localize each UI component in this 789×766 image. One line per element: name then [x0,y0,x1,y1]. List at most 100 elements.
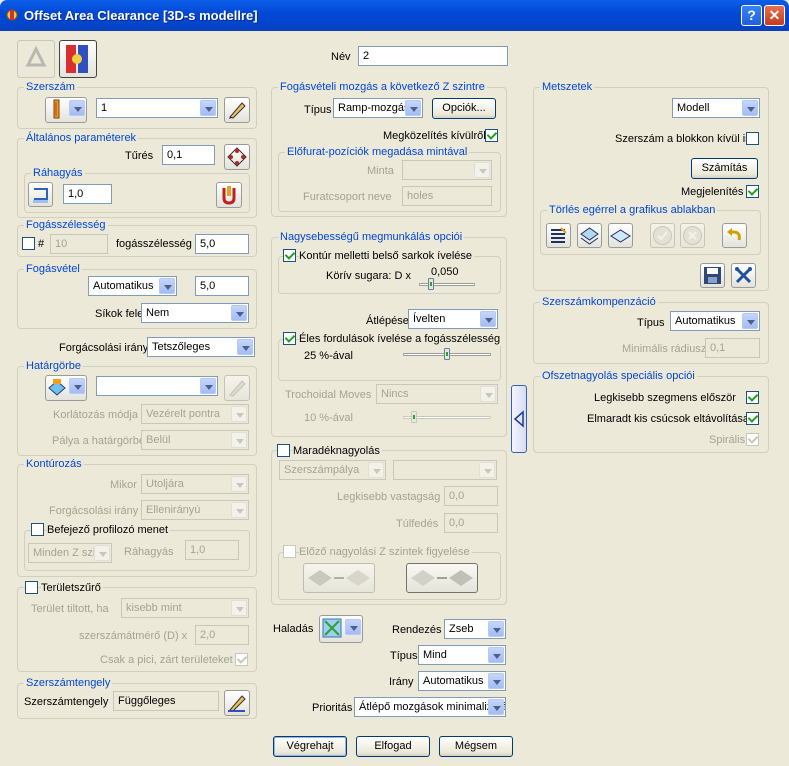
rahagyas-legend: Ráhagyás [31,167,85,179]
minrad-label: Minimális rádiusz [622,343,707,355]
select-sections-icon[interactable] [546,223,571,248]
collapse-panel-button[interactable] [511,385,527,453]
elmaradt-checkbox[interactable] [746,412,759,425]
tool-type-icon[interactable] [45,97,87,123]
save-icon[interactable] [700,263,725,288]
befejezo-checkbox[interactable] [31,523,44,536]
boundary-type-icon[interactable] [45,375,87,401]
hal-tipus-select[interactable]: Mind [418,645,506,665]
maradek-palya-select[interactable]: Szerszámpálya [279,460,386,480]
blokkon-checkbox[interactable] [746,132,759,145]
minrad-input[interactable]: 0,1 [705,338,760,358]
fogasvetel-legend: Fogásvétel [24,263,82,275]
haladas-icon[interactable] [319,615,363,643]
dialog-client: Név 2 Szerszám 1 Általános paraméterek T… [3,31,786,763]
recycle-icon[interactable] [17,40,55,78]
opciok-button[interactable]: Opciók... [432,98,496,119]
spiralis-checkbox[interactable] [746,433,759,446]
vegrehajt-button[interactable]: Végrehajt [273,736,347,757]
tolerance-icon[interactable] [224,144,250,170]
megjelenites-checkbox[interactable] [746,185,759,198]
tools-icon[interactable] [731,263,756,288]
troch-thumb[interactable] [411,411,418,423]
minta-select[interactable] [402,160,492,180]
mikor-select[interactable]: Utoljára [141,474,249,494]
maradek-second-select[interactable] [393,460,497,480]
modell-select[interactable]: Modell [672,98,760,118]
csak-checkbox[interactable] [235,653,248,666]
elmaradt-label: Elmaradt kis csúcsok eltávolítása [587,413,750,425]
csak-label: Csak a pici, zárt területeket [100,654,233,666]
elozo-checkbox[interactable] [283,545,296,558]
nev-input[interactable]: 2 [358,46,508,66]
prioritas-select[interactable]: Átlépő mozgások minimalizálása [354,697,506,717]
trochoidal-select[interactable]: Nincs [376,384,498,404]
close-button[interactable]: ✕ [764,5,785,26]
legkisebb-vastagsag-input[interactable]: 0,0 [444,486,498,506]
accept-icon[interactable] [650,223,675,248]
troch-pct: 10 %-ával [304,412,353,424]
kontur-ives-checkbox[interactable] [283,249,296,262]
komp-tipus-label: Típus [637,317,665,329]
stepover-count-input[interactable]: 10 [50,234,108,254]
elozo-mode-a-icon[interactable] [303,563,375,593]
tures-input[interactable]: 0,1 [162,145,215,165]
fogasszelesseg-input[interactable]: 5,0 [195,234,249,254]
edit-boundary-icon[interactable] [224,375,250,401]
rahagyas-input[interactable]: 1,0 [63,184,112,204]
tiltott-select[interactable]: kisebb mint [121,598,249,618]
undo-icon[interactable] [722,223,747,248]
legkisebb-szegmens-label: Legkisebb szegmens először [594,392,736,404]
elfogad-button[interactable]: Elfogad [356,736,430,757]
help-button[interactable]: ? [741,5,762,26]
elozo-label: Előző nagyolási Z szintek figyelése [299,545,472,559]
megsem-button[interactable]: Mégsem [439,736,513,757]
strategy-icon[interactable] [59,40,97,78]
ofszet-legend: Ofszetnagyolás speciális opciói [540,370,697,382]
komp-tipus-select[interactable]: Automatikus [670,311,760,331]
stepover-count-checkbox[interactable] [22,237,35,250]
szamitas-button[interactable]: Számítás [691,158,758,179]
allowance-edit-icon[interactable] [216,182,242,208]
szerszamtengely-legend: Szerszámtengely [24,677,113,689]
forgacsolasi-select[interactable]: Tetszőleges [147,337,255,357]
kontur-rahagyas-input[interactable]: 1,0 [185,540,239,560]
korivsugar-thumb[interactable] [428,278,434,290]
eles-checkbox[interactable] [283,332,296,345]
boundary-select[interactable] [96,376,218,396]
app-icon [6,9,18,21]
minden-select[interactable]: Minden Z szint [28,543,112,563]
palya-select[interactable]: Belül [141,430,249,450]
legkisebb-szegmens-checkbox[interactable] [746,391,759,404]
megkozelites-checkbox[interactable] [485,129,498,142]
kontur-irany-select[interactable]: Ellenirányú [141,500,249,520]
eles-thumb[interactable] [444,348,450,360]
allowance-icon[interactable] [28,182,53,207]
select-layer-icon[interactable] [577,223,602,248]
fogasvetel-mode-select[interactable]: Automatikus [88,276,177,296]
reject-icon[interactable] [680,223,705,248]
teruletszuro-checkbox[interactable] [25,581,38,594]
atmero-input[interactable]: 2,0 [195,625,249,645]
hal-irany-select[interactable]: Automatikus [418,671,506,691]
hatargorbe-legend: Határgörbe [24,360,84,372]
select-plane-icon[interactable] [608,223,633,248]
furat-input[interactable]: holes [402,186,492,206]
title-bar[interactable]: Offset Area Clearance [3D-s modellre] ? … [0,0,789,31]
elozo-mode-b-icon[interactable] [406,563,478,593]
kontur-irany-label: Forgácsolási irány [49,505,139,517]
nagysebessegu-legend: Nagysebességű megmunkálás opciói [278,231,465,243]
tulfedes-input[interactable]: 0,0 [444,513,498,533]
maradek-checkbox[interactable] [277,444,290,457]
rendezes-label: Rendezés [392,624,442,636]
rendezes-select[interactable]: Zseb [444,619,506,639]
tool-select[interactable]: 1 [96,98,218,118]
atlepesek-select[interactable]: Ívelten [408,309,498,329]
fv-tipus-select[interactable]: Ramp-mozgás [333,98,423,118]
fogasvetel-input[interactable]: 5,0 [195,276,249,296]
sikok-select[interactable]: Nem [141,303,249,323]
tool-axis-edit-icon[interactable] [224,690,250,716]
edit-tool-icon[interactable] [224,97,250,123]
korlatozas-select[interactable]: Vezérelt pontra [141,404,249,424]
tulfedes-label: Túlfedés [396,518,439,530]
